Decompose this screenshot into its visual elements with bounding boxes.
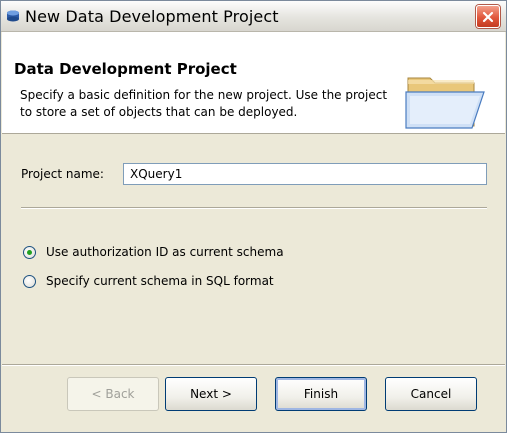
radio-button[interactable] (23, 274, 36, 288)
radio-use-authorization-id[interactable]: Use authorization ID as current schema (23, 245, 284, 259)
close-icon (482, 11, 494, 22)
wizard-page-title: Data Development Project (14, 60, 237, 78)
project-name-input[interactable] (123, 163, 487, 185)
project-name-label: Project name: (21, 167, 104, 181)
folder-icon (405, 77, 485, 129)
radio-button-checked[interactable] (23, 245, 36, 259)
wizard-page-description: Specify a basic definition for the new p… (20, 88, 388, 119)
cancel-button[interactable]: Cancel (385, 377, 477, 411)
dialog-title: New Data Development Project (25, 7, 279, 26)
radio-label: Use authorization ID as current schema (46, 245, 284, 259)
radio-label: Specify current schema in SQL format (46, 274, 274, 288)
database-icon (7, 10, 19, 22)
button-bar-separator (2, 364, 505, 366)
back-button[interactable]: < Back (67, 377, 159, 411)
close-button[interactable] (476, 5, 500, 28)
new-data-development-project-dialog: New Data Development Project Data Develo… (0, 0, 507, 433)
separator (21, 207, 487, 209)
finish-button[interactable]: Finish (275, 377, 367, 411)
wizard-header: Data Development Project Specify a basic… (2, 32, 505, 134)
radio-specify-schema-sql[interactable]: Specify current schema in SQL format (23, 274, 274, 288)
title-bar[interactable]: New Data Development Project (1, 1, 506, 32)
next-button[interactable]: Next > (165, 377, 257, 411)
